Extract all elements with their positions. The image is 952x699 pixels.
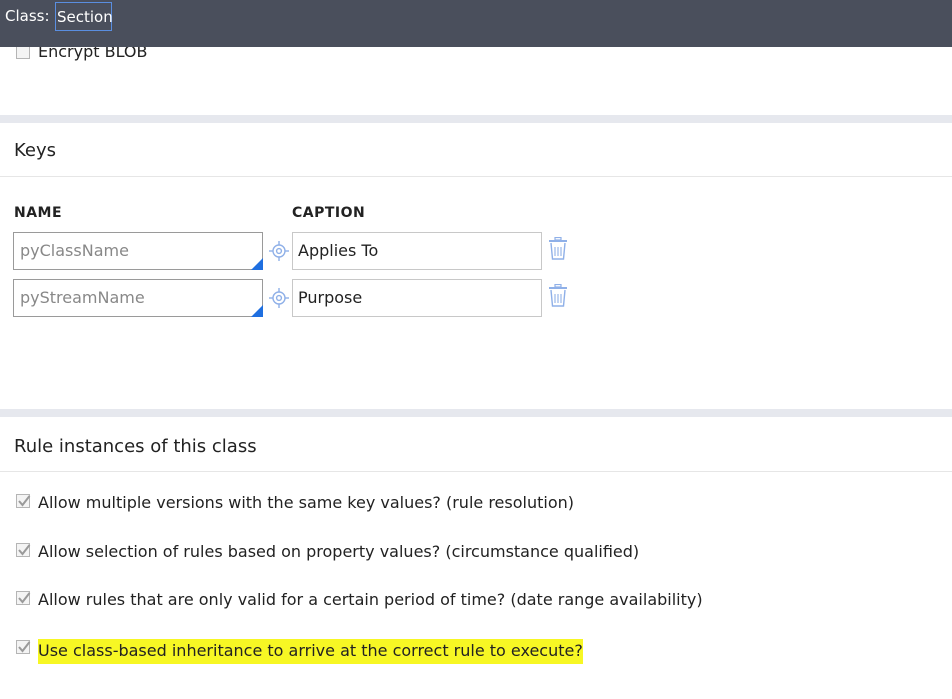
key-caption-input[interactable]: Purpose	[292, 279, 542, 317]
date-range-availability-checkbox[interactable]	[16, 591, 31, 605]
class-inheritance-label: Use class-based inheritance to arrive at…	[38, 639, 583, 664]
keys-section-title: Keys	[14, 140, 57, 161]
keys-header-rule	[0, 176, 952, 177]
trash-icon[interactable]	[547, 237, 569, 261]
target-icon[interactable]	[269, 288, 289, 308]
rule-resolution-checkbox[interactable]	[16, 494, 31, 508]
caption-column-header: CAPTION	[292, 205, 366, 221]
rule-resolution-label: Allow multiple versions with the same ke…	[38, 493, 574, 512]
checkmark-icon	[18, 495, 31, 507]
checkmark-icon	[18, 641, 31, 653]
checkmark-icon	[18, 544, 31, 556]
key-caption-input[interactable]: Applies To	[292, 232, 542, 270]
name-column-header: NAME	[14, 205, 63, 221]
circumstance-qualified-label: Allow selection of rules based on proper…	[38, 542, 640, 561]
trash-icon[interactable]	[547, 284, 569, 308]
section-divider	[0, 115, 952, 123]
circumstance-qualified-checkbox[interactable]	[16, 543, 31, 557]
target-icon[interactable]	[269, 241, 289, 261]
encrypt-blob-checkbox[interactable]	[16, 47, 30, 59]
section-divider	[0, 409, 952, 417]
class-value-link[interactable]: Section	[55, 2, 113, 31]
date-range-availability-label: Allow rules that are only valid for a ce…	[38, 590, 703, 609]
key-name-input[interactable]: pyStreamName	[13, 279, 263, 317]
class-label: Class:	[5, 7, 50, 25]
autocomplete-corner-icon	[251, 258, 263, 270]
header-bar: Class: Section	[0, 0, 952, 47]
checkmark-icon	[18, 592, 31, 604]
key-name-input[interactable]: pyClassName	[13, 232, 263, 270]
class-inheritance-checkbox[interactable]	[16, 640, 31, 654]
rule-instances-header-rule	[0, 471, 952, 472]
rule-instances-section-title: Rule instances of this class	[14, 436, 257, 457]
autocomplete-corner-icon	[251, 305, 263, 317]
